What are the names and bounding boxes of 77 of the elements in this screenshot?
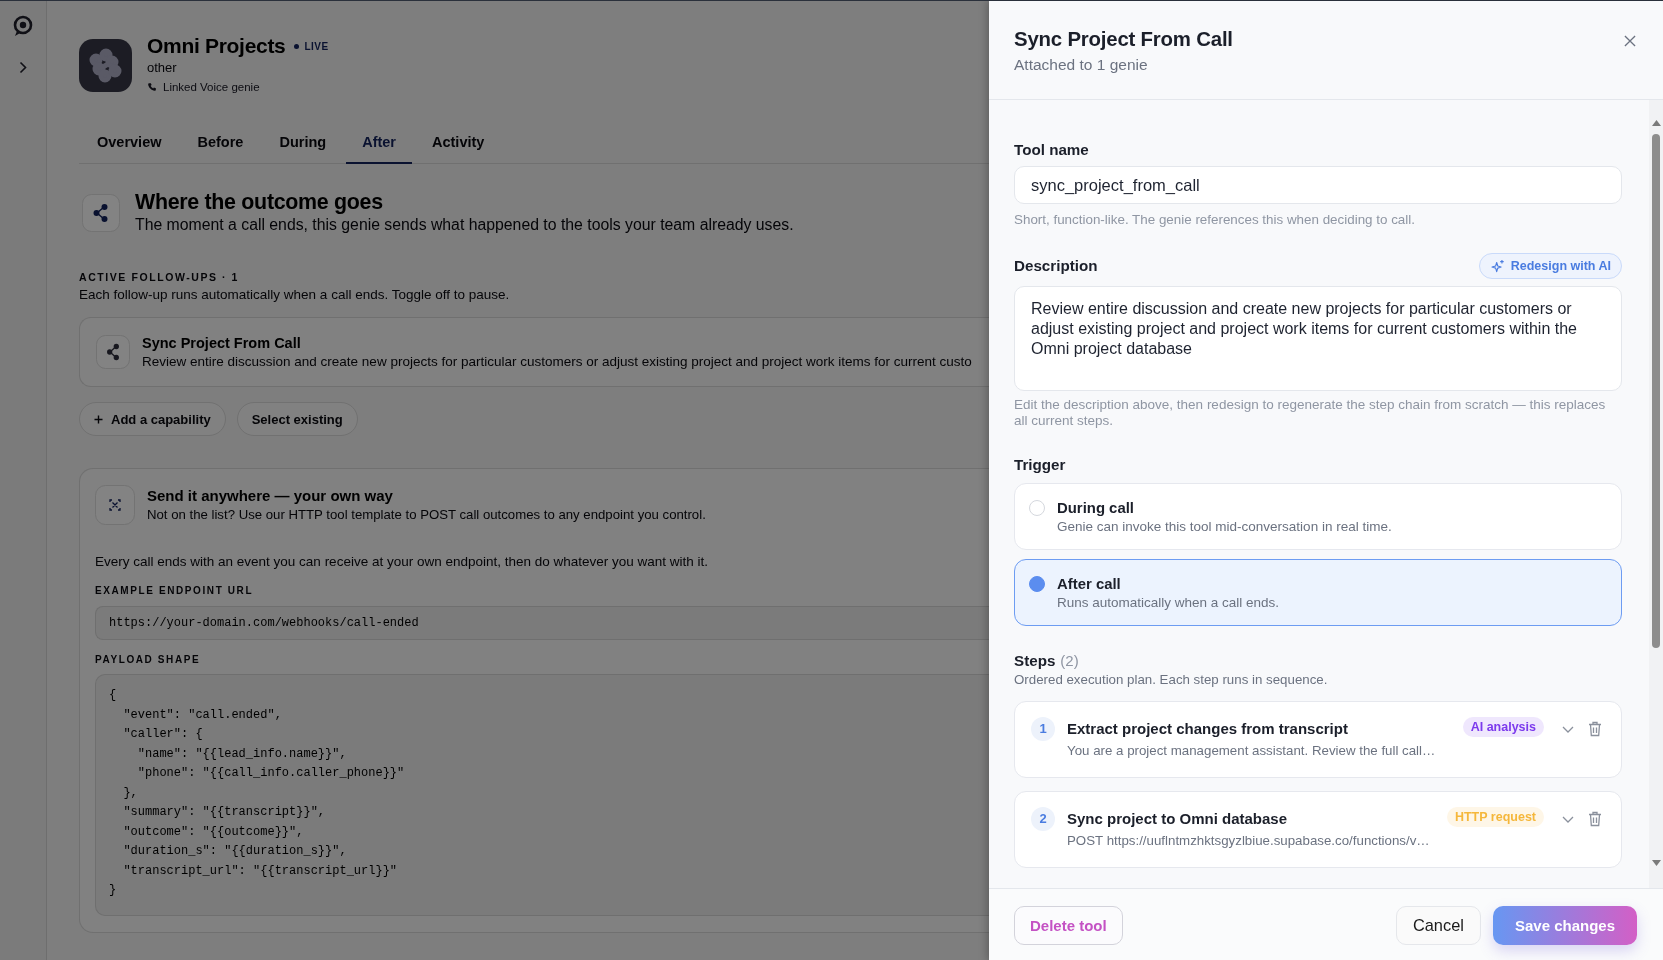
tab[interactable]: Overview — [81, 120, 178, 164]
payload-code: { "event": "call.ended", "caller": { "name": "{{lead_info.name}}", "phone": "{{call_info.caller_phone}}" }, "summary": "{{transcript}}", "outcome": "{{outcome}}", "duration_s": "{{duration_s}}", "transcript_url": "{{transcript_url}}" } — [95, 674, 989, 916]
section-title: Where the outcome goes — [135, 190, 384, 214]
scroll-down-icon[interactable] — [1651, 860, 1661, 866]
step-number: 2 — [1031, 807, 1055, 831]
section-hint: Each follow-up runs automatically when a call ends. Toggle off to pause. — [79, 286, 511, 304]
panel-title: Sync Project From Call — [1014, 27, 1233, 52]
follow-up-title: Sync Project From Call — [142, 334, 302, 353]
redesign-button[interactable]: Redesign with AI — [1478, 253, 1622, 279]
scrollbar-thumb[interactable] — [1652, 134, 1660, 648]
share-icon — [96, 335, 130, 369]
radio-button[interactable] — [1029, 576, 1045, 592]
status-label: LIVE — [304, 40, 329, 52]
field-hint: Ordered execution plan. Each step runs in sequence. — [1014, 672, 1329, 688]
trigger-option[interactable]: During call Genie can invoke this tool mid-conversation in real time. — [1014, 483, 1622, 550]
panel-subtitle: Attached to 1 genie — [1014, 55, 1149, 75]
tab[interactable]: Activity — [416, 120, 501, 164]
logo-icon[interactable] — [12, 15, 34, 37]
field-hint: Short, function-like. The genie references this when deciding to call. — [1014, 212, 1416, 228]
field-label: Tool name — [1014, 140, 1090, 160]
app-category: other — [147, 59, 178, 77]
step-summary: You are a project management assistant. Review the full call… — [1067, 742, 1437, 760]
step-count: (2) — [1060, 651, 1079, 671]
follow-up-card[interactable]: Sync Project From Call Review entire discussion and create new projects for particular customers or adjust existing project and project work items for current custo — [79, 317, 989, 387]
option-description: Runs automatically when a call ends. — [1057, 594, 1280, 612]
chevron-down-icon[interactable] — [1562, 816, 1574, 823]
step-number: 1 — [1031, 717, 1055, 741]
trash-icon[interactable] — [1588, 811, 1602, 827]
phone-icon — [147, 82, 157, 92]
trash-icon[interactable] — [1588, 721, 1602, 737]
field-label: Description — [1014, 256, 1098, 276]
status-dot-icon — [294, 43, 300, 49]
sparkle-icon — [1490, 259, 1505, 273]
step-type-tag: HTTP request — [1446, 807, 1544, 827]
section-subtitle: The moment a call ends, this genie sends what happened to the tools your team already uses. — [135, 215, 794, 235]
option-description: Genie can invoke this tool mid-conversation in real time. — [1057, 518, 1392, 536]
step-card[interactable]: 2 Sync project to Omni database POST https://uuflntmzhktsgyzlbiue.supabase.co/functions/v… HTTP request — [1014, 791, 1622, 868]
close-icon[interactable] — [1624, 35, 1636, 47]
chevron-right-icon[interactable] — [19, 61, 27, 74]
step-summary: POST https://uuflntmzhktsgyzlbiue.supabase.co/functions/v… — [1067, 832, 1431, 850]
trigger-option[interactable]: After call Runs automatically when a call ends. — [1014, 559, 1622, 626]
corners-icon — [95, 485, 135, 525]
field-label: EXAMPLE ENDPOINT URL — [95, 584, 255, 598]
card-title: Send it anywhere — your own way — [147, 486, 394, 506]
save-button[interactable]: Save changes — [1492, 905, 1637, 945]
cancel-button[interactable]: Cancel — [1395, 905, 1481, 945]
follow-up-description: Review entire discussion and create new projects for particular customers or adjust existing project and project work items for current custo — [142, 353, 972, 371]
description-input[interactable]: Review entire discussion and create new projects for particular customers or adjust existing project and project work items for current customers within the Omni project database — [1014, 286, 1622, 391]
step-type-tag: AI analysis — [1462, 717, 1544, 737]
field-label: PAYLOAD SHAPE — [95, 653, 202, 667]
card-intro: Every call ends with an event you can receive at your own endpoint, then do whatever you want with it. — [95, 553, 710, 571]
endpoint-url-field: https://your-domain.com/webhooks/call-ended — [95, 606, 989, 640]
scrollbar[interactable] — [1649, 100, 1663, 888]
option-title: After call — [1057, 575, 1122, 594]
step-title: Sync project to Omni database — [1067, 809, 1289, 829]
linked-genie: Linked Voice genie — [163, 80, 260, 95]
tab[interactable]: During — [263, 120, 343, 164]
step-card[interactable]: 1 Extract project changes from transcript You are a project management assistant. Review the full call… AI analysis — [1014, 701, 1622, 778]
tab[interactable]: Before — [181, 120, 260, 164]
app-name: Omni Projects — [147, 33, 286, 59]
field-label: Trigger — [1014, 455, 1067, 475]
field-label: Steps — [1014, 651, 1056, 671]
action-button[interactable]: Select existing — [236, 402, 358, 436]
card-subtitle: Not on the list? Use our HTTP tool template to POST call outcomes to any endpoint you control. — [147, 506, 706, 524]
section-label: ACTIVE FOLLOW-UPS · 1 — [79, 270, 241, 284]
field-hint: Edit the description above, then redesign to regenerate the step chain from scratch — this replaces all current steps. — [1014, 397, 1607, 429]
option-title: During call — [1057, 499, 1135, 518]
scroll-up-icon[interactable] — [1651, 120, 1661, 126]
action-button[interactable]: Add a capability — [79, 402, 226, 436]
plus-icon — [94, 414, 103, 424]
tool-name-input[interactable]: sync_project_from_call — [1014, 166, 1622, 204]
share-icon — [82, 194, 120, 232]
app-icon — [79, 38, 132, 92]
tab[interactable]: After — [346, 120, 412, 164]
step-title: Extract project changes from transcript — [1067, 719, 1349, 739]
chevron-down-icon[interactable] — [1562, 726, 1574, 733]
delete-button[interactable]: Delete tool — [1014, 905, 1123, 945]
